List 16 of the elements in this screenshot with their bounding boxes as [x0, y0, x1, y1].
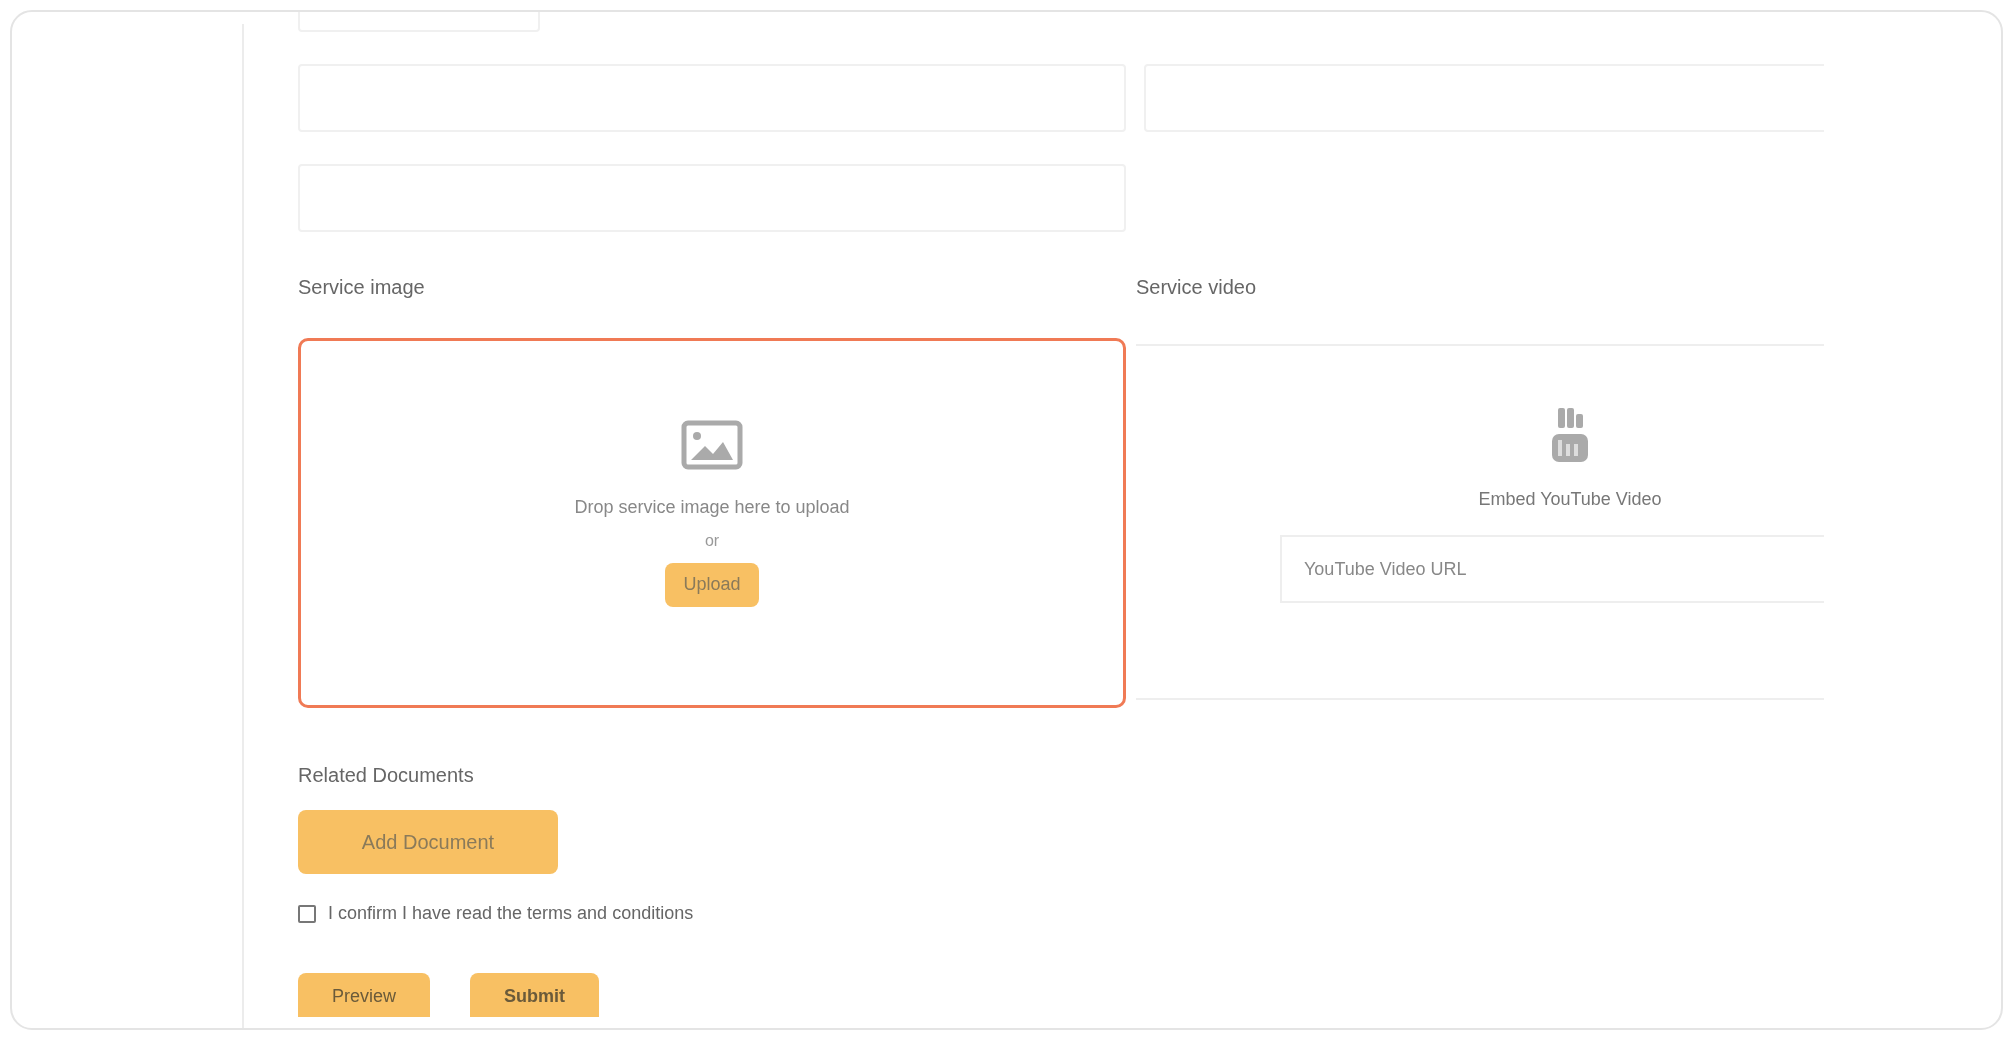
action-button[interactable]: Preview [298, 973, 431, 1017]
action-button[interactable]: Submit [470, 973, 600, 1017]
video-url-field[interactable]: YouTube Video URL [1280, 535, 1824, 603]
video-logo-icon [1550, 406, 1590, 464]
or-text: or [704, 530, 720, 551]
embed-title: Embed YouTube Video [1478, 488, 1662, 511]
drop-hint: Drop service image here to upload [574, 495, 850, 519]
section-label: Related Documents [298, 763, 475, 788]
checkbox[interactable] [298, 904, 316, 923]
terms-label: I confirm I have read the terms and conditions [328, 902, 694, 925]
add-document-button[interactable]: Add Document [298, 810, 558, 874]
field-label: Service video [1136, 275, 1258, 298]
field-label: Service image [298, 275, 426, 298]
image-drop-zone[interactable]: Drop service image here to upload or Upload [298, 338, 1126, 708]
upload-button[interactable]: Upload [665, 562, 759, 607]
image-icon [681, 419, 743, 470]
